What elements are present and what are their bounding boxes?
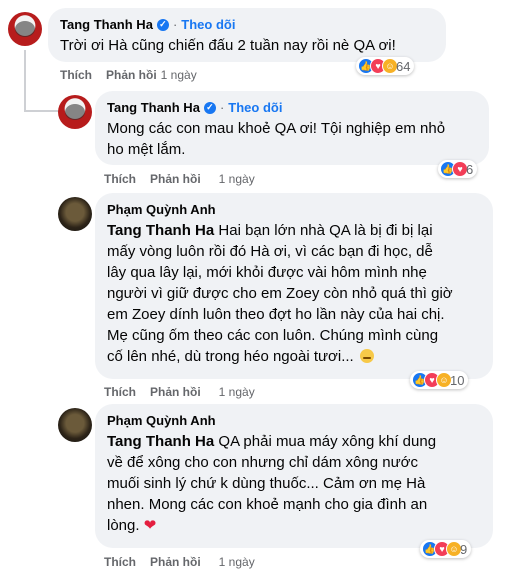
comment-bubble: Tang Thanh Ha ✓ · Theo dõi Trời ơi Hà cũ… [48,8,446,62]
reaction-count: 6 [466,161,474,177]
comment-actions: Thích Phản hồi 1 ngày [104,385,269,399]
timestamp[interactable]: 1 ngày [219,385,255,399]
reply-button[interactable]: Phản hồi [150,555,201,569]
like-button[interactable]: Thích [104,555,136,569]
reaction-summary[interactable]: 👍 ♥ ☺ 64 [356,57,415,75]
thread-line [24,110,60,112]
avatar[interactable] [8,12,42,46]
author-name[interactable]: Tang Thanh Ha [60,16,153,33]
comment-text: Mong các con mau khoẻ QA ơi! Tội nghiệp … [107,120,446,158]
comment-text: Trời ơi Hà cũng chiến đấu 2 tuần nay rồi… [60,37,396,54]
reply-button[interactable]: Phản hồi [150,385,201,399]
mention-link[interactable]: Tang Thanh Ha [107,433,214,450]
avatar[interactable] [58,408,92,442]
comment-header: Phạm Quỳnh Anh [107,412,481,429]
comment-actions: Thích Phản hồi 1 ngày [104,555,269,569]
reply-button[interactable]: Phản hồi [106,68,157,82]
like-button[interactable]: Thích [60,68,92,82]
reaction-count: 64 [396,58,411,74]
like-button[interactable]: Thích [104,385,136,399]
reaction-count: 10 [450,372,465,388]
verified-badge-icon: ✓ [203,101,216,114]
follow-button[interactable]: Theo dõi [228,99,282,116]
reaction-count: 9 [460,541,468,557]
timestamp[interactable]: 1 ngày [161,68,197,82]
author-name[interactable]: Tang Thanh Ha [107,99,200,116]
reaction-summary[interactable]: 👍 ♥ ☺ 10 [410,371,469,389]
mention-link[interactable]: Tang Thanh Ha [107,222,214,239]
avatar[interactable] [58,95,92,129]
avatar[interactable] [58,197,92,231]
timestamp[interactable]: 1 ngày [219,555,255,569]
sweat-smile-emoji-icon [359,349,374,363]
red-heart-emoji-icon: ❤ [143,517,157,534]
comment-bubble: Phạm Quỳnh Anh Tang Thanh Ha QA phải mua… [95,404,493,548]
author-name[interactable]: Phạm Quỳnh Anh [107,201,216,218]
reply-button[interactable]: Phản hồi [150,172,201,186]
reaction-summary[interactable]: 👍 ♥ 6 [438,160,478,178]
follow-button[interactable]: Theo dõi [181,16,235,33]
comment-actions: Thích Phản hồi 1 ngày [104,172,269,186]
timestamp[interactable]: 1 ngày [219,172,255,186]
comment-header: Tang Thanh Ha ✓ · Theo dõi [107,99,283,116]
author-name[interactable]: Phạm Quỳnh Anh [107,412,216,429]
verified-badge-icon: ✓ [156,18,169,31]
thread-line [24,50,26,110]
comment-text: Tang Thanh Ha Hai bạn lớn nhà QA là bị đ… [107,222,453,365]
reaction-summary[interactable]: 👍 ♥ ☺ 9 [420,540,472,558]
comment-text: Tang Thanh Ha QA phải mua máy xông khí d… [107,433,437,534]
comment-actions: Thích Phản hồi 1 ngày [60,68,211,82]
comment-bubble: Tang Thanh Ha ✓ · Theo dõi Mong các con … [95,91,489,165]
comment-header: Tang Thanh Ha ✓ · Theo dõi [60,16,236,33]
like-button[interactable]: Thích [104,172,136,186]
comment-header: Phạm Quỳnh Anh [107,201,481,218]
comment-bubble: Phạm Quỳnh Anh Tang Thanh Ha Hai bạn lớn… [95,193,493,379]
